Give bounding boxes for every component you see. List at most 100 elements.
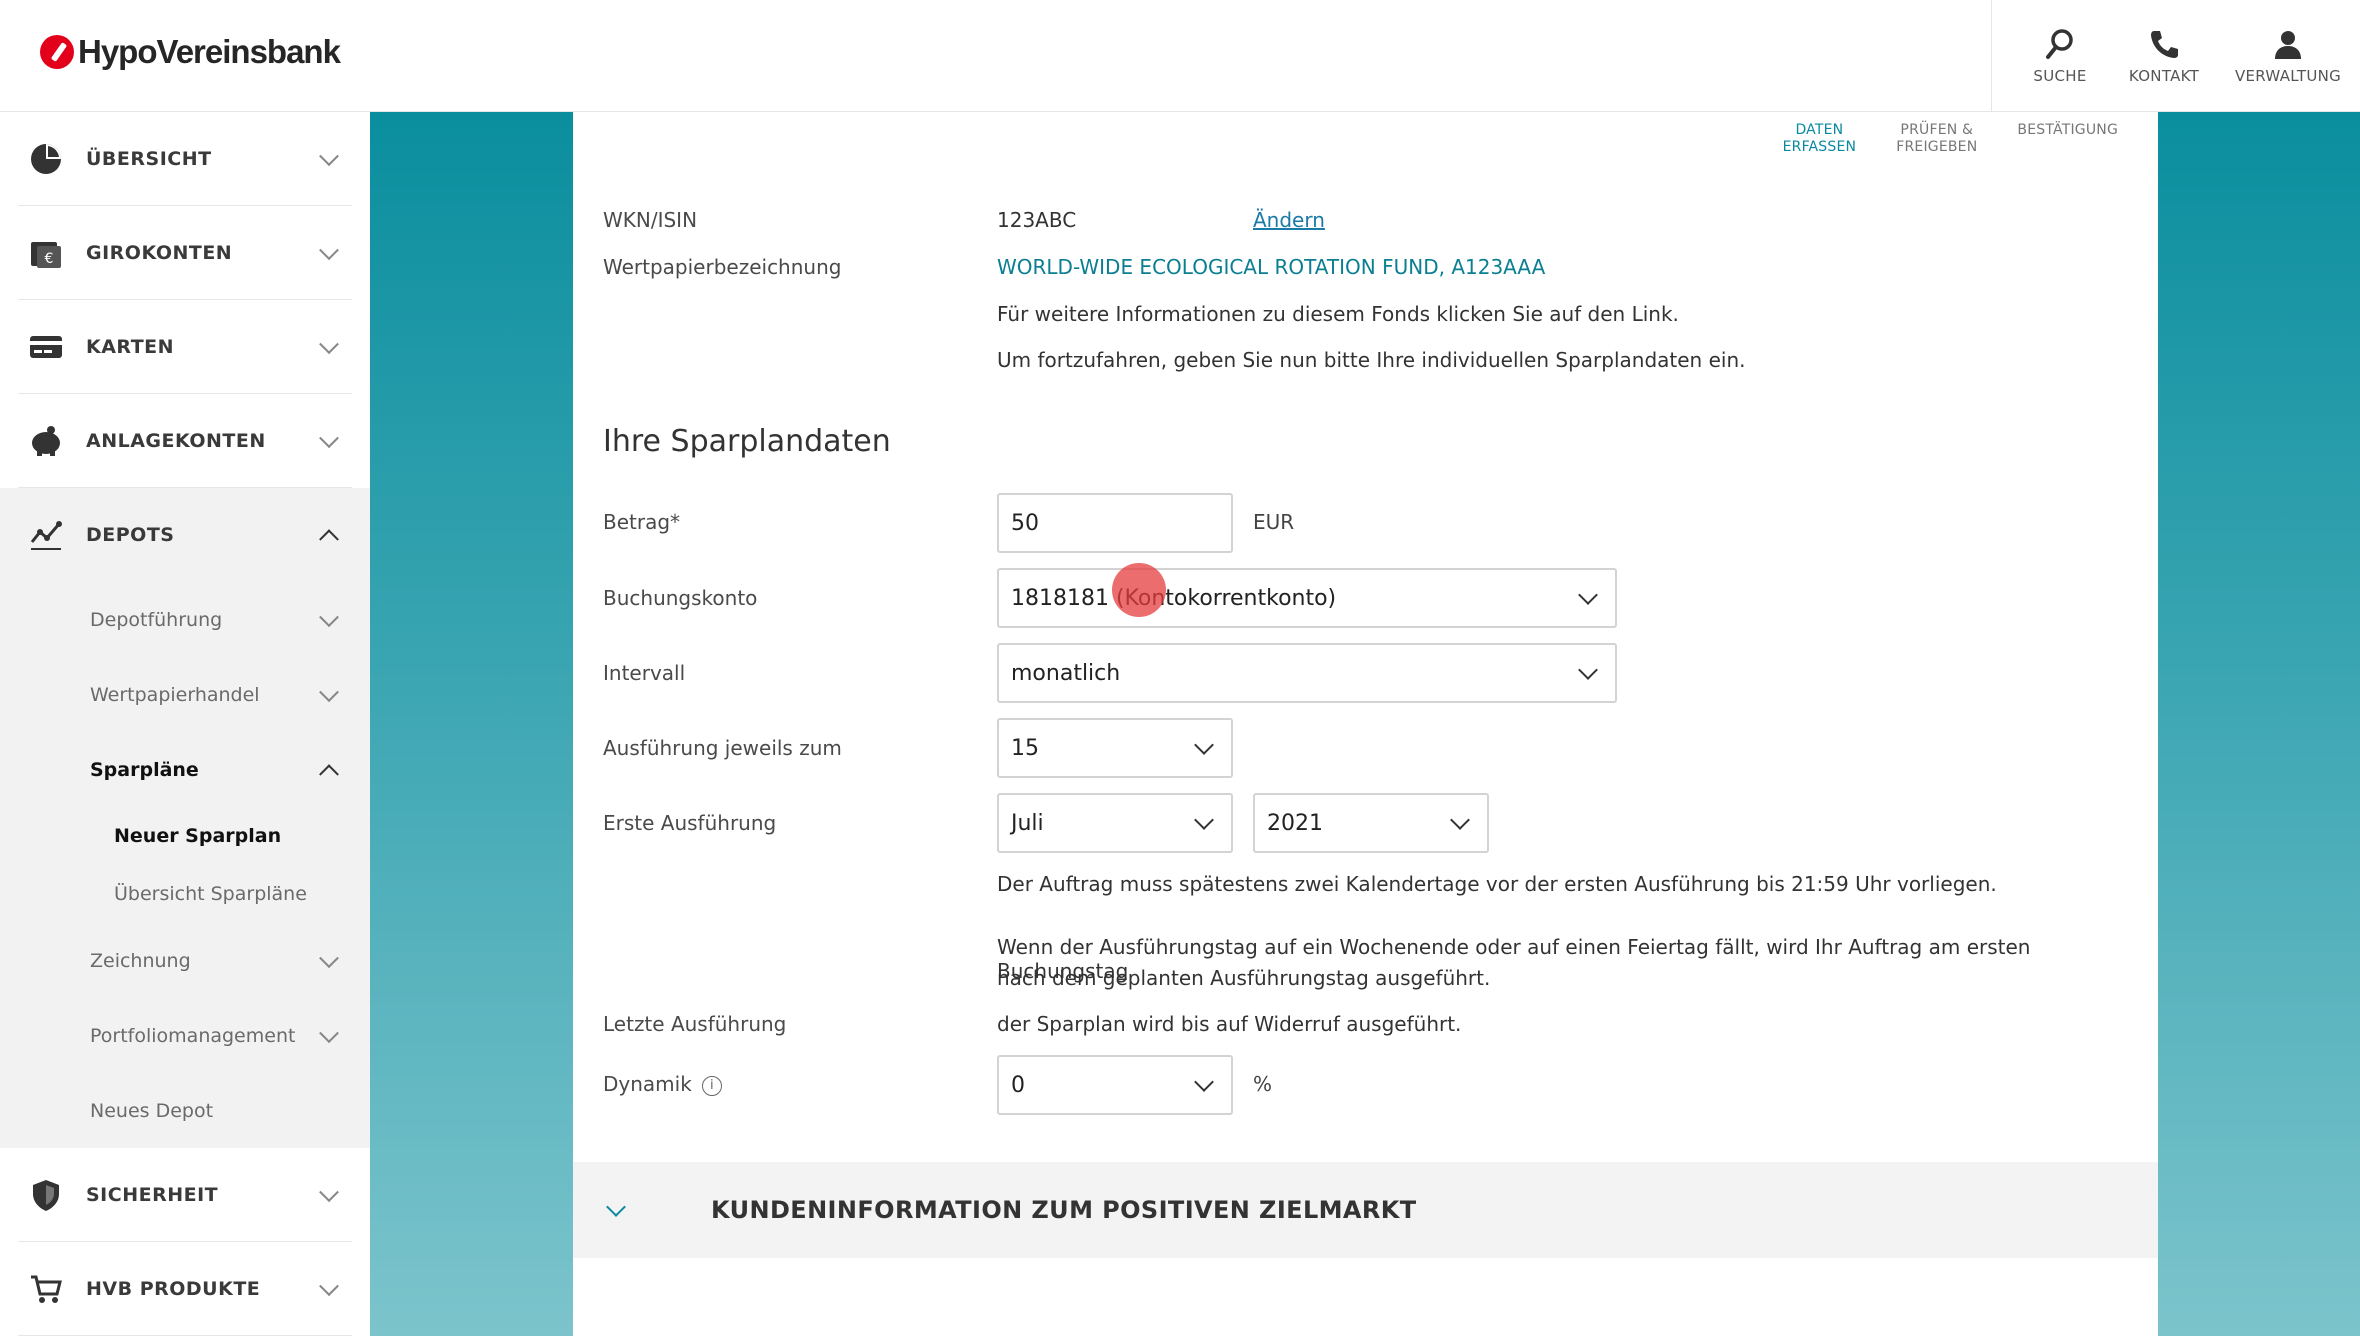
erste-month-select[interactable]: Juli bbox=[997, 793, 1233, 853]
sidebar-item-hvb-produkte[interactable]: HVB PRODUKTE bbox=[18, 1242, 352, 1336]
sidebar-subsub-uebersicht-sparplaene[interactable]: Übersicht Sparpläne bbox=[114, 865, 370, 923]
erste-label: Erste Ausführung bbox=[603, 811, 777, 835]
chevron-down-icon bbox=[1578, 585, 1598, 605]
sidebar-label-depots: DEPOTS bbox=[86, 524, 175, 546]
step-line: BESTÄTIGUNG bbox=[2017, 122, 2118, 138]
progress-steps: DATEN ERFASSEN PRÜFEN & FREIGEBEN BESTÄT… bbox=[1783, 122, 2118, 156]
section-title: Ihre Sparplandaten bbox=[603, 424, 891, 459]
note-deadline: Der Auftrag muss spätestens zwei Kalende… bbox=[997, 872, 1997, 896]
bezeichnung-label: Wertpapierbezeichnung bbox=[603, 255, 842, 279]
step-line: DATEN bbox=[1795, 122, 1844, 138]
contact-label: KONTAKT bbox=[2128, 67, 2200, 85]
dynamik-select[interactable]: 0 bbox=[997, 1055, 1233, 1115]
chevron-down-icon bbox=[319, 681, 339, 702]
konto-label: Buchungskonto bbox=[603, 586, 758, 610]
zielmarkt-accordion[interactable]: KUNDENINFORMATION ZUM POSITIVEN ZIELMARK… bbox=[573, 1162, 2158, 1258]
sidebar-label-hvb-produkte: HVB PRODUKTE bbox=[86, 1277, 261, 1300]
sidebar-item-depots[interactable]: DEPOTS bbox=[18, 488, 352, 582]
sidebar-label-anlagekonten: ANLAGEKONTEN bbox=[86, 429, 266, 452]
verwaltung-label: VERWALTUNG bbox=[2234, 67, 2342, 85]
ausfuehrung-label: Ausführung jeweils zum bbox=[603, 736, 842, 760]
wallet-icon: € bbox=[28, 235, 64, 271]
dynamik-label-row: Dynamik i bbox=[603, 1072, 722, 1096]
sub-label: Depotführung bbox=[90, 608, 223, 631]
sidebar-item-sicherheit[interactable]: SICHERHEIT bbox=[18, 1148, 352, 1242]
user-icon bbox=[2275, 31, 2301, 59]
fund-name-link[interactable]: WORLD-WIDE ECOLOGICAL ROTATION FUND, A12… bbox=[997, 255, 1545, 279]
chevron-down-icon bbox=[1578, 660, 1598, 680]
erste-year-value: 2021 bbox=[1267, 810, 1323, 836]
chevron-down-icon bbox=[319, 427, 339, 448]
sub-label: Wertpapierhandel bbox=[90, 683, 260, 706]
chevron-down-icon bbox=[319, 1022, 339, 1043]
sidebar-item-girokonten[interactable]: € GIROKONTEN bbox=[18, 206, 352, 300]
sidebar-item-anlagekonten[interactable]: ANLAGEKONTEN bbox=[18, 394, 352, 488]
erste-year-select[interactable]: 2021 bbox=[1253, 793, 1489, 853]
sub-label: Portfoliomanagement bbox=[90, 1024, 296, 1047]
chart-line-icon bbox=[28, 517, 64, 553]
top-header: HypoVereinsbank SUCHE KONTAKT VERWALTUNG bbox=[0, 0, 2360, 112]
chevron-down-icon bbox=[319, 947, 339, 968]
cart-icon bbox=[28, 1271, 64, 1307]
subsub-label: Neuer Sparplan bbox=[114, 825, 282, 847]
chevron-down-icon bbox=[1194, 1072, 1214, 1092]
sub-label: Zeichnung bbox=[90, 949, 191, 972]
sidebar-sub-wertpapierhandel[interactable]: Wertpapierhandel bbox=[90, 657, 352, 732]
betrag-input[interactable]: 50 bbox=[997, 493, 1233, 553]
contact-button[interactable]: KONTAKT bbox=[2120, 0, 2208, 112]
sidebar: ÜBERSICHT € GIROKONTEN KARTEN ANLAGEKONT… bbox=[0, 112, 370, 1336]
intervall-select[interactable]: monatlich bbox=[997, 643, 1617, 703]
sidebar-item-uebersicht[interactable]: ÜBERSICHT bbox=[18, 112, 352, 206]
sub-label: Neues Depot bbox=[90, 1099, 214, 1122]
letzte-value: der Sparplan wird bis auf Widerruf ausge… bbox=[997, 1012, 1462, 1036]
step-line: ERFASSEN bbox=[1782, 139, 1857, 155]
chevron-down-icon bbox=[319, 239, 339, 260]
sparplan-form-card: DATEN ERFASSEN PRÜFEN & FREIGEBEN BESTÄT… bbox=[573, 112, 2158, 1336]
note-holiday-2: nach dem geplanten Ausführungstag ausgef… bbox=[997, 966, 1491, 990]
info-text-1: Für weitere Informationen zu diesem Fond… bbox=[997, 302, 1679, 326]
sidebar-sub-zeichnung[interactable]: Zeichnung bbox=[90, 923, 352, 998]
wkn-value: 123ABC bbox=[997, 208, 1077, 232]
betrag-value: 50 bbox=[1011, 510, 1039, 536]
sidebar-label-karten: KARTEN bbox=[86, 335, 175, 358]
verwaltung-button[interactable]: VERWALTUNG bbox=[2224, 0, 2352, 112]
betrag-unit: EUR bbox=[1253, 510, 1295, 534]
header-actions: SUCHE KONTAKT VERWALTUNG bbox=[1991, 0, 2360, 112]
subsub-label: Übersicht Sparpläne bbox=[114, 883, 307, 905]
change-link[interactable]: Ändern bbox=[1253, 208, 1325, 232]
chevron-down-icon bbox=[606, 1197, 626, 1217]
sidebar-sub-portfoliomanagement[interactable]: Portfoliomanagement bbox=[90, 998, 352, 1073]
ausfuehrung-value: 15 bbox=[1011, 735, 1039, 761]
chevron-down-icon bbox=[319, 606, 339, 627]
sidebar-sub-depotfuehrung[interactable]: Depotführung bbox=[90, 582, 352, 657]
info-text-2: Um fortzufahren, geben Sie nun bitte Ihr… bbox=[997, 348, 1746, 372]
dynamik-value: 0 bbox=[1011, 1072, 1025, 1098]
sub-label: Sparpläne bbox=[90, 758, 199, 781]
intervall-label: Intervall bbox=[603, 661, 686, 685]
chevron-down-icon bbox=[1194, 810, 1214, 830]
brand-logo[interactable]: HypoVereinsbank bbox=[40, 33, 341, 71]
betrag-label: Betrag* bbox=[603, 510, 681, 534]
sidebar-label-girokonten: GIROKONTEN bbox=[86, 241, 233, 264]
svg-text:€: € bbox=[45, 251, 54, 267]
phone-icon bbox=[2151, 31, 2178, 58]
chevron-down-icon bbox=[319, 1275, 339, 1296]
sidebar-sub-sparplaene[interactable]: Sparpläne bbox=[90, 732, 352, 807]
chevron-down-icon bbox=[1450, 810, 1470, 830]
sidebar-label-uebersicht: ÜBERSICHT bbox=[86, 147, 212, 170]
step-line: PRÜFEN & bbox=[1900, 122, 1974, 138]
sidebar-sub-neues-depot[interactable]: Neues Depot bbox=[90, 1073, 352, 1148]
chevron-down-icon bbox=[319, 145, 339, 166]
konto-select[interactable]: 1818181 (Kontokorrentkonto) bbox=[997, 568, 1617, 628]
click-indicator bbox=[1112, 563, 1166, 617]
step-daten-erfassen: DATEN ERFASSEN bbox=[1783, 122, 1857, 156]
sidebar-subsub-neuer-sparplan[interactable]: Neuer Sparplan bbox=[114, 807, 370, 865]
sidebar-item-karten[interactable]: KARTEN bbox=[18, 300, 352, 394]
info-icon[interactable]: i bbox=[701, 1075, 722, 1096]
search-button[interactable]: SUCHE bbox=[2016, 0, 2104, 112]
chevron-down-icon bbox=[319, 333, 339, 354]
ausfuehrung-select[interactable]: 15 bbox=[997, 718, 1233, 778]
dynamik-label: Dynamik bbox=[603, 1072, 692, 1096]
chevron-down-icon bbox=[1194, 735, 1214, 755]
sidebar-label-sicherheit: SICHERHEIT bbox=[86, 1183, 219, 1206]
